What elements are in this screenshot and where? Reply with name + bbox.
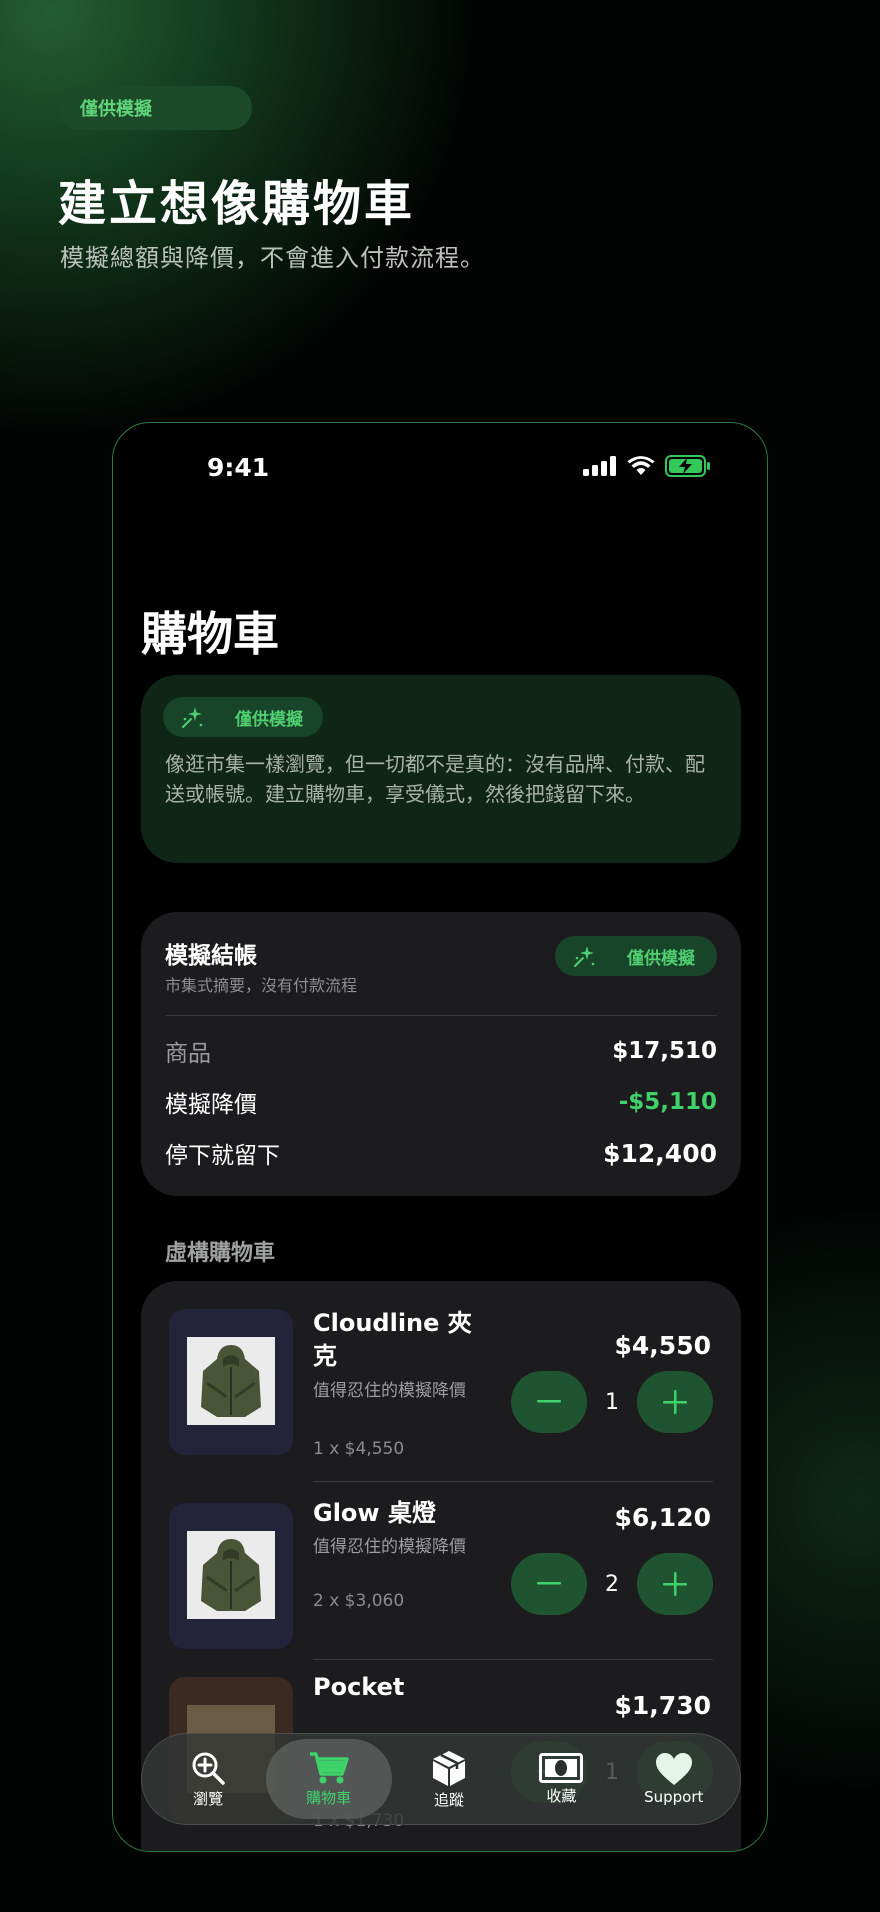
- item-total-price: $4,550: [614, 1331, 711, 1360]
- summary-row-label: 模擬降價: [165, 1092, 257, 1118]
- summary-badge-label: 僅供模擬: [627, 948, 695, 969]
- decrease-button[interactable]: [511, 1553, 587, 1615]
- info-text: 像逛市集一樣瀏覽，但一切都不是真的：沒有品牌、付款、配送或帳號。建立購物車，享受…: [165, 752, 705, 806]
- cart-item: Cloudline 夾克 值得忍住的模擬降價 1 x $4,550 $4,550…: [141, 1281, 741, 1482]
- sparkles-icon: [574, 946, 595, 967]
- minus-icon: [537, 1400, 561, 1403]
- item-unit-price: 2 x $3,060: [313, 1591, 405, 1611]
- package-icon: [432, 1750, 465, 1786]
- plus-icon: [663, 1572, 687, 1596]
- item-name: Pocket: [313, 1673, 405, 1701]
- tab-label: 追蹤: [433, 1790, 464, 1809]
- minus-icon: [537, 1582, 561, 1585]
- summary-row-value: $17,510: [612, 1038, 717, 1064]
- tab-bar: 瀏覽 購物車 追蹤 收藏 Support: [141, 1733, 741, 1825]
- phone-frame: 9:41 購物車 僅供模擬 像逛市集一樣瀏覽，但一切都不是真的：沒有品牌、付款、…: [112, 422, 768, 1852]
- item-note: 值得忍住的模擬降價: [313, 1537, 466, 1557]
- product-thumbnail: [169, 1309, 293, 1455]
- decrease-button[interactable]: [511, 1371, 587, 1433]
- status-time: 9:41: [207, 453, 270, 482]
- cart-section-title: 虛構購物車: [165, 1241, 276, 1266]
- item-total-price: $1,730: [614, 1691, 711, 1720]
- item-note: 值得忍住的模擬降價: [313, 1381, 466, 1401]
- cart-item: Glow 桌燈 值得忍住的模擬降價 2 x $3,060 $6,120 2: [141, 1481, 741, 1661]
- summary-divider: [165, 1015, 717, 1016]
- summary-title: 模擬結帳: [165, 943, 257, 969]
- quantity-stepper: 2: [511, 1553, 713, 1615]
- signal-icon: [583, 456, 616, 476]
- simulation-info-card: 僅供模擬 像逛市集一樣瀏覽，但一切都不是真的：沒有品牌、付款、配送或帳號。建立購…: [141, 675, 741, 863]
- page-title: 購物車: [141, 607, 279, 661]
- banknote-icon: [539, 1752, 584, 1783]
- tab-browse[interactable]: 瀏覽: [153, 1739, 263, 1819]
- status-icons: [583, 455, 711, 477]
- heart-icon: [655, 1753, 692, 1785]
- tab-label: 購物車: [306, 1788, 352, 1807]
- summary-badge: 僅供模擬: [555, 936, 717, 976]
- tab-tracking[interactable]: 追蹤: [394, 1739, 504, 1819]
- battery-charging-icon: [665, 455, 710, 477]
- summary-subtitle: 市集式摘要，沒有付款流程: [165, 976, 358, 995]
- summary-row-discount: 模擬降價 -$5,110: [165, 1085, 717, 1119]
- summary-row-value: -$5,110: [618, 1089, 717, 1115]
- tab-cart[interactable]: 購物車: [265, 1739, 392, 1819]
- item-name: Glow 桌燈: [313, 1499, 436, 1527]
- summary-row-items: 商品 $17,510: [165, 1034, 717, 1068]
- tab-label: Support: [644, 1788, 704, 1806]
- tab-label: 收藏: [546, 1786, 577, 1805]
- cart-icon: [309, 1751, 349, 1783]
- jacket-photo: [187, 1531, 275, 1619]
- simulation-badge: 僅供模擬: [163, 697, 323, 737]
- summary-row-label: 停下就留下: [165, 1143, 280, 1169]
- increase-button[interactable]: [637, 1553, 713, 1615]
- item-unit-price: 1 x $4,550: [313, 1439, 405, 1459]
- summary-row-total: 停下就留下 $12,400: [165, 1136, 717, 1170]
- item-divider: [313, 1659, 713, 1660]
- jacket-photo: [187, 1337, 275, 1425]
- zoom-in-icon: [192, 1752, 225, 1785]
- hero-title: 建立想像購物車: [58, 176, 416, 232]
- tab-favorites[interactable]: 收藏: [506, 1739, 616, 1819]
- quantity-stepper: 1: [511, 1371, 713, 1433]
- simulation-badge-label: 僅供模擬: [235, 709, 303, 730]
- item-total-price: $6,120: [614, 1503, 711, 1532]
- quantity-value: 2: [605, 1571, 619, 1597]
- tab-label: 瀏覽: [193, 1789, 224, 1808]
- checkout-summary-card: 模擬結帳 市集式摘要，沒有付款流程 僅供模擬 商品 $17,510 模擬降價 -…: [141, 912, 741, 1196]
- summary-row-label: 商品: [165, 1041, 211, 1067]
- product-thumbnail: [169, 1503, 293, 1649]
- increase-button[interactable]: [637, 1371, 713, 1433]
- wifi-icon: [627, 456, 655, 475]
- summary-row-value: $12,400: [603, 1138, 717, 1168]
- sparkles-icon: [182, 707, 203, 728]
- hero-badge: 僅供模擬: [58, 86, 252, 130]
- plus-icon: [663, 1390, 687, 1414]
- tab-support[interactable]: Support: [619, 1739, 729, 1819]
- quantity-value: 1: [605, 1389, 619, 1415]
- hero-subtitle: 模擬總額與降價，不會進入付款流程。: [60, 244, 485, 272]
- item-name: Cloudline 夾克: [313, 1309, 472, 1370]
